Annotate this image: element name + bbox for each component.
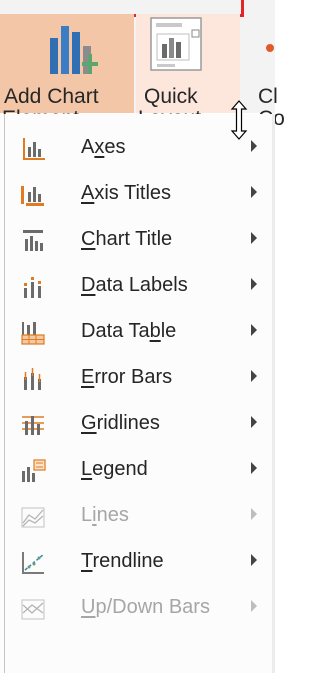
submenu-arrow-icon bbox=[251, 416, 257, 428]
gridlines-icon bbox=[22, 416, 44, 435]
submenu-arrow-icon bbox=[251, 600, 257, 612]
add-chart-element-icon bbox=[50, 26, 98, 74]
data-table-icon bbox=[21, 322, 45, 345]
menu-item-label: Trendline bbox=[81, 550, 164, 572]
quick-layout-label-line1: Quick bbox=[144, 85, 198, 108]
submenu-arrow-icon bbox=[251, 462, 257, 474]
submenu-arrow-icon bbox=[251, 232, 257, 244]
menu-item-legend[interactable]: Legend bbox=[6, 449, 270, 493]
up-down-bars-icon bbox=[21, 599, 45, 620]
menu-border bbox=[4, 114, 5, 673]
menu-item-data-table[interactable]: Data Table bbox=[6, 311, 270, 355]
trendline-icon bbox=[22, 552, 45, 574]
menu-item-label: Lines bbox=[81, 504, 129, 526]
ribbon: Add Chart Element▾ Quick Layout▾ Cl Co bbox=[0, 0, 285, 130]
data-labels-icon bbox=[24, 277, 41, 298]
menu-item-lines: Lines bbox=[6, 495, 270, 539]
chart-title-icon bbox=[23, 230, 43, 251]
quick-layout-icon bbox=[150, 17, 202, 71]
submenu-arrow-icon bbox=[251, 324, 257, 336]
menu-item-chart-title[interactable]: Chart Title bbox=[6, 219, 270, 263]
color-dot-icon bbox=[266, 44, 274, 52]
add-chart-element-label-line1: Add Chart bbox=[4, 85, 99, 108]
menu-item-data-labels[interactable]: Data Labels bbox=[6, 265, 270, 309]
menu-item-label: Gridlines bbox=[81, 412, 160, 434]
menu-item-axis-titles[interactable]: Axis Titles bbox=[6, 173, 270, 217]
menu-item-label: Up/Down Bars bbox=[81, 596, 210, 618]
error-bars-icon bbox=[24, 368, 41, 390]
menu-item-label: Axis Titles bbox=[81, 182, 172, 204]
axes-icon bbox=[23, 138, 45, 160]
menu-item-up-down-bars: Up/Down Bars bbox=[6, 587, 270, 631]
menu-item-label: Axes bbox=[81, 136, 126, 158]
resize-cursor-icon bbox=[230, 100, 248, 140]
change-colors-button[interactable]: Cl Co bbox=[242, 14, 285, 130]
menu-item-label: Error Bars bbox=[81, 366, 173, 388]
axis-titles-icon bbox=[21, 186, 44, 206]
menu-item-gridlines[interactable]: Gridlines bbox=[6, 403, 270, 447]
submenu-arrow-icon bbox=[251, 278, 257, 290]
menu-item-label: Legend bbox=[81, 458, 148, 480]
submenu-arrow-icon bbox=[251, 554, 257, 566]
change-colors-label-line1: Cl bbox=[258, 85, 278, 108]
add-chart-element-menu: Axes Axis Titles Chart Title Data Labels bbox=[0, 114, 275, 673]
menu-item-trendline[interactable]: Trendline bbox=[6, 541, 270, 585]
legend-icon bbox=[22, 459, 46, 482]
submenu-arrow-icon bbox=[251, 186, 257, 198]
menu-item-error-bars[interactable]: Error Bars bbox=[6, 357, 270, 401]
menu-item-label: Data Labels bbox=[81, 274, 188, 296]
menu-item-label: Chart Title bbox=[81, 228, 173, 250]
menu-shadow bbox=[272, 114, 275, 673]
submenu-arrow-icon bbox=[251, 508, 257, 520]
add-chart-element-button[interactable]: Add Chart Element▾ bbox=[0, 14, 134, 130]
quick-layout-button[interactable]: Quick Layout▾ bbox=[136, 14, 240, 130]
menu-item-label: Data Table bbox=[81, 320, 177, 342]
submenu-arrow-icon bbox=[251, 140, 257, 152]
lines-icon bbox=[21, 507, 45, 528]
submenu-arrow-icon bbox=[251, 370, 257, 382]
